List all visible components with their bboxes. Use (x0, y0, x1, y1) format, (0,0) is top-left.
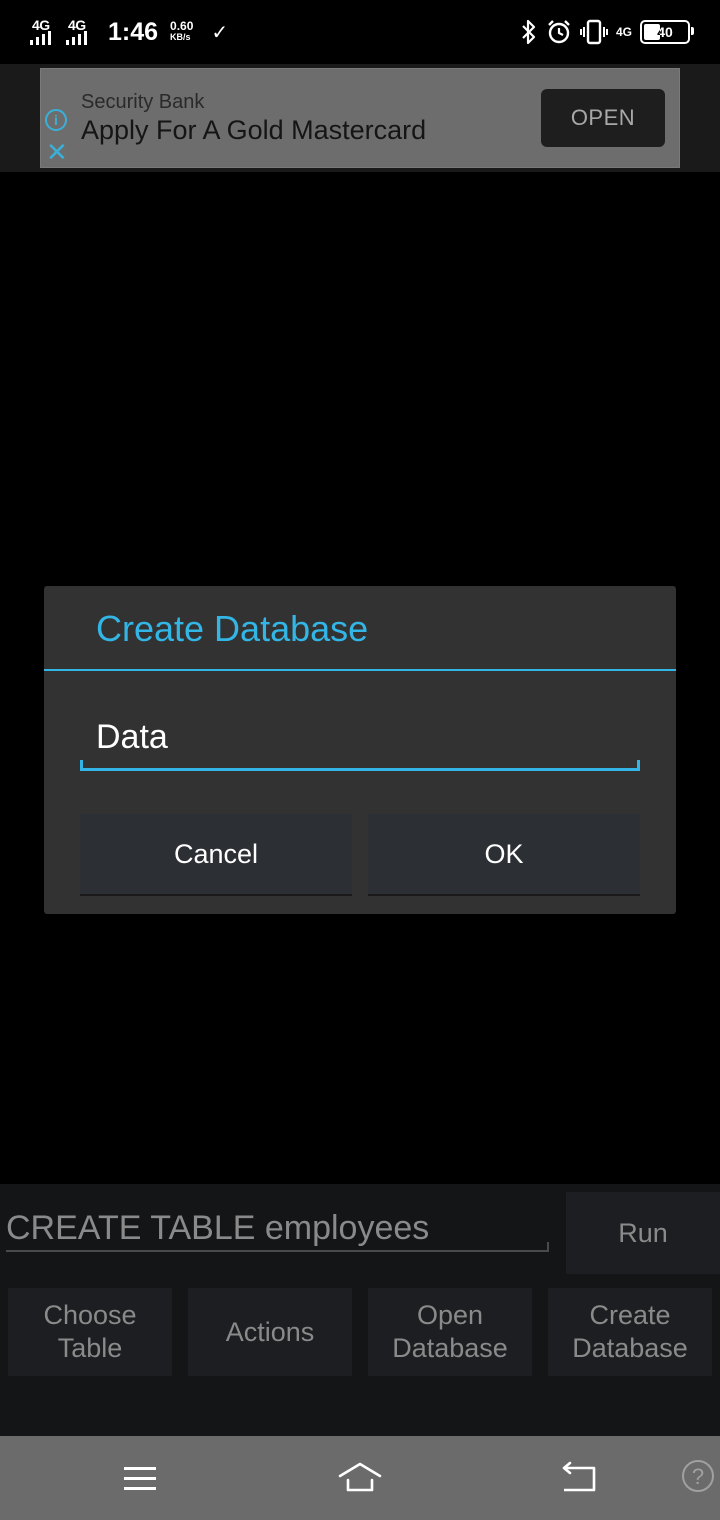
help-icon[interactable]: ? (682, 1460, 714, 1492)
cancel-button[interactable]: Cancel (80, 814, 352, 894)
battery-level: 40 (657, 24, 673, 40)
ad-info-icon[interactable]: i (45, 109, 67, 131)
input-underline (80, 768, 640, 771)
database-name-input[interactable] (80, 706, 640, 768)
clock: 1:46 (108, 17, 159, 46)
check-icon: ✓ (211, 21, 229, 44)
dialog-title: Create Database (96, 608, 369, 649)
sim1-signal-icon: 4G (30, 17, 56, 47)
create-database-label-1: Create (589, 1300, 671, 1330)
ad-advertiser: Security Bank (81, 91, 205, 113)
actions-label: Actions (225, 1316, 315, 1347)
choose-table-button[interactable]: Choose Table (8, 1288, 172, 1376)
bluetooth-icon (522, 19, 536, 45)
ad-open-button[interactable]: OPEN (541, 89, 665, 147)
ok-button[interactable]: OK (368, 814, 640, 894)
open-database-label-1: Open (416, 1300, 484, 1330)
sql-input-underline (6, 1250, 549, 1252)
alarm-icon (548, 20, 570, 44)
speed-unit: KB/s (170, 32, 191, 42)
ad-close-icon[interactable]: ✕ (46, 139, 68, 165)
screen: 4G 4G 1:46 0.60 KB/s ✓ 4G 40 i ✕ Securit… (0, 0, 720, 1520)
actions-button[interactable]: Actions (188, 1288, 352, 1376)
bottom-panel: Run Choose Table Actions Open Database C… (0, 1184, 720, 1436)
run-button[interactable]: Run (566, 1192, 720, 1274)
ad-headline[interactable]: Apply For A Gold Mastercard (81, 115, 426, 146)
battery-icon: 40 (640, 20, 694, 44)
choose-table-label-1: Choose (43, 1300, 137, 1330)
open-database-label-2: Database (392, 1333, 508, 1363)
ad-band: i ✕ Security Bank Apply For A Gold Maste… (0, 64, 720, 172)
choose-table-label-2: Table (57, 1333, 123, 1363)
sql-query-input[interactable] (6, 1200, 546, 1256)
create-database-button[interactable]: Create Database (548, 1288, 712, 1376)
open-database-button[interactable]: Open Database (368, 1288, 532, 1376)
network-type: 4G (615, 25, 632, 39)
status-left: 4G 4G 1:46 0.60 KB/s ✓ (30, 14, 228, 50)
speed-value: 0.60 (170, 19, 194, 33)
sim2-signal-icon: 4G (66, 17, 92, 47)
vibrate-icon (579, 19, 608, 45)
ad-banner[interactable]: i ✕ Security Bank Apply For A Gold Maste… (40, 68, 680, 168)
status-right: 4G 40 (520, 16, 694, 48)
back-icon[interactable] (556, 1458, 600, 1498)
status-bar: 4G 4G 1:46 0.60 KB/s ✓ 4G 40 (0, 0, 720, 64)
create-database-dialog: Create Database Cancel OK (44, 586, 676, 914)
menu-icon[interactable] (118, 1458, 162, 1498)
navigation-bar: ? (0, 1436, 720, 1520)
create-database-label-2: Database (572, 1333, 688, 1363)
network-speed: 0.60 KB/s (170, 19, 194, 43)
dialog-divider (44, 669, 676, 671)
home-icon[interactable] (336, 1458, 384, 1498)
